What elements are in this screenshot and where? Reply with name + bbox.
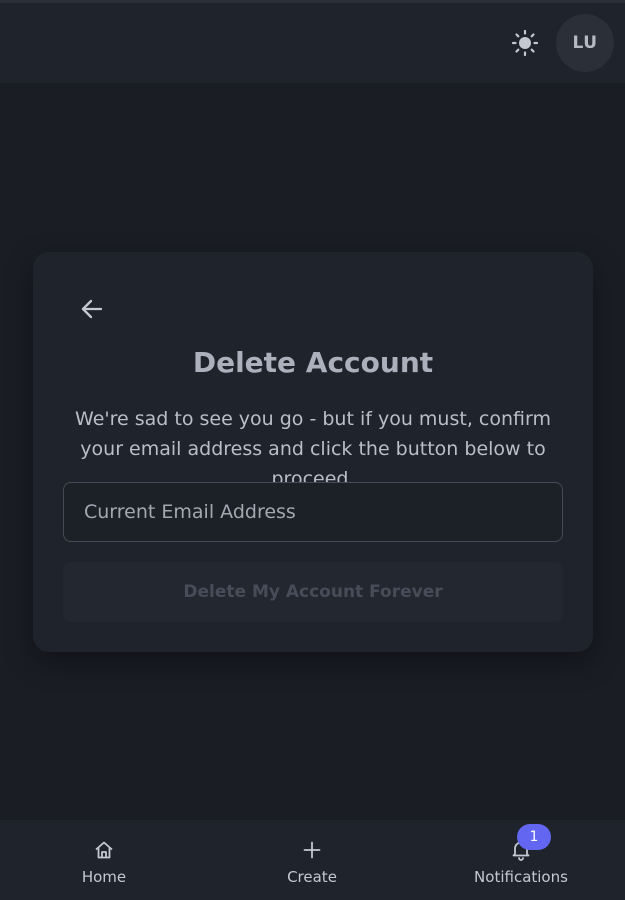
delete-account-button[interactable]: Delete My Account Forever [63, 562, 563, 622]
top-bar: LU [0, 3, 625, 83]
delete-account-card: Delete Account We're sad to see you go -… [33, 252, 593, 652]
arrow-left-icon [79, 296, 105, 326]
page-title: Delete Account [192, 346, 434, 379]
theme-toggle-button[interactable] [506, 26, 544, 64]
nav-label-notifications: Notifications [474, 868, 568, 886]
nav-item-create[interactable]: Create [242, 820, 382, 900]
home-icon [92, 838, 116, 862]
email-field[interactable] [63, 482, 563, 542]
nav-item-home[interactable]: Home [34, 820, 174, 900]
nav-label-create: Create [287, 868, 337, 886]
plus-icon [300, 838, 324, 862]
sun-icon [511, 29, 539, 61]
user-avatar-button[interactable]: LU [556, 14, 614, 72]
nav-label-home: Home [81, 868, 127, 886]
back-button[interactable] [75, 294, 109, 328]
delete-account-description: We're sad to see you go - but if you mus… [75, 408, 551, 490]
notification-count-badge: 1 [517, 824, 551, 850]
avatar-initials: LU [572, 33, 598, 53]
